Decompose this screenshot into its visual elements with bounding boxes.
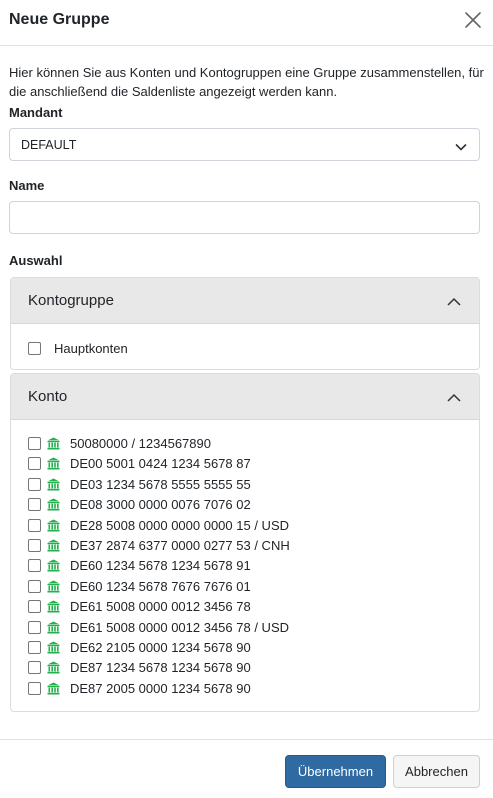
kontogruppe-panel: Kontogruppe Hauptkonten [10, 277, 480, 370]
bank-icon [47, 580, 60, 593]
konto-checkbox[interactable] [28, 661, 41, 675]
konto-item: DE61 5008 0000 0012 3456 78 / USD [28, 618, 468, 638]
konto-item: DE87 1234 5678 1234 5678 90 [28, 658, 468, 678]
konto-item-label: DE87 1234 5678 1234 5678 90 [70, 660, 251, 676]
dialog-header: Neue Gruppe [0, 0, 493, 46]
auswahl-label: Auswahl [9, 253, 63, 268]
konto-checkbox[interactable] [28, 457, 41, 471]
konto-item-label: DE61 5008 0000 0012 3456 78 / USD [70, 619, 290, 635]
chevron-up-icon [447, 295, 461, 306]
bank-icon [47, 621, 60, 634]
kontogruppe-item: Hauptkonten [28, 339, 468, 359]
kontogruppe-checkbox[interactable] [28, 342, 41, 355]
konto-item-label: DE61 5008 0000 0012 3456 78 [70, 599, 251, 615]
bank-icon [47, 437, 60, 450]
konto-checkbox[interactable] [28, 518, 41, 532]
cancel-button[interactable]: Abbrechen [393, 755, 480, 788]
konto-item: DE62 2105 0000 1234 5678 90 [28, 638, 468, 658]
konto-panel-title: Konto [28, 388, 68, 405]
konto-checkbox[interactable] [28, 539, 41, 552]
konto-item-label: 50080000 / 1234567890 [70, 436, 211, 451]
konto-item: DE61 5008 0000 0012 3456 78 [28, 597, 468, 617]
konto-panel: Konto 50080000 / 1234567890 DE00 5001 042… [10, 373, 480, 712]
name-label: Name [9, 178, 45, 193]
konto-item: DE08 3000 0000 0076 7076 02 [28, 495, 468, 515]
chevron-up-icon [447, 391, 461, 402]
konto-checkbox[interactable] [28, 600, 41, 614]
name-field[interactable] [9, 201, 480, 234]
konto-item-label: DE62 2105 0000 1234 5678 90 [70, 640, 251, 655]
kontogruppe-panel-title: Kontogruppe [28, 292, 114, 309]
footer-divider [0, 739, 493, 740]
konto-checkbox[interactable] [28, 477, 41, 491]
konto-checkbox[interactable] [28, 498, 41, 512]
konto-item-label: DE60 1234 5678 1234 5678 91 [70, 558, 251, 574]
close-icon[interactable] [462, 9, 484, 31]
konto-item-label: DE00 5001 0424 1234 5678 87 [70, 456, 251, 472]
bank-icon [47, 559, 60, 572]
konto-checkbox[interactable] [28, 579, 41, 593]
konto-item-label: DE28 5008 0000 0000 0000 15 / USD [70, 517, 290, 533]
konto-item-label: DE08 3000 0000 0076 7076 02 [70, 497, 251, 513]
konto-item-label: DE03 1234 5678 5555 5555 55 [70, 476, 251, 492]
konto-item: DE03 1234 5678 5555 5555 55 [28, 475, 468, 495]
konto-item: DE00 5001 0424 1234 5678 87 [28, 454, 468, 474]
new-group-dialog: Neue Gruppe Hier können Sie aus Konten u… [0, 0, 493, 798]
bank-icon [47, 478, 60, 491]
konto-item: DE37 2874 6377 0000 0277 53 / CNH [28, 536, 468, 556]
dialog-title: Neue Gruppe [9, 11, 110, 28]
konto-item: DE60 1234 5678 1234 5678 91 [28, 556, 468, 576]
konto-item: DE60 1234 5678 7676 7676 01 [28, 577, 468, 597]
konto-item-label: DE87 2005 0000 1234 5678 90 [70, 680, 251, 696]
bank-icon [47, 600, 60, 613]
bank-icon [47, 641, 60, 654]
mandant-select[interactable]: DEFAULT [9, 128, 480, 161]
bank-icon [47, 519, 60, 532]
konto-panel-header[interactable]: Konto [11, 374, 479, 420]
konto-item: DE28 5008 0000 0000 0000 15 / USD [28, 516, 468, 536]
konto-checkbox[interactable] [28, 437, 41, 450]
bank-icon [47, 682, 60, 695]
konto-item: 50080000 / 1234567890 [28, 434, 468, 454]
bank-icon [47, 661, 60, 674]
bank-icon [47, 498, 60, 511]
kontogruppe-item-label: Hauptkonten [54, 341, 128, 356]
mandant-label: Mandant [9, 105, 63, 120]
konto-checkbox[interactable] [28, 620, 41, 634]
chevron-down-icon [455, 140, 467, 151]
konto-checkbox[interactable] [28, 559, 41, 573]
kontogruppe-panel-header[interactable]: Kontogruppe [11, 278, 479, 324]
mandant-selected-value: DEFAULT [21, 138, 77, 152]
konto-item-label: DE37 2874 6377 0000 0277 53 / CNH [70, 538, 290, 553]
bank-icon [47, 457, 60, 470]
konto-checkbox[interactable] [28, 641, 41, 654]
apply-button[interactable]: Übernehmen [285, 755, 386, 788]
konto-checkbox[interactable] [28, 681, 41, 695]
konto-item-label: DE60 1234 5678 7676 7676 01 [70, 578, 251, 594]
konto-item: DE87 2005 0000 1234 5678 90 [28, 679, 468, 699]
intro-text: Hier können Sie aus Konten und Kontogrup… [9, 65, 484, 99]
bank-icon [47, 539, 60, 552]
